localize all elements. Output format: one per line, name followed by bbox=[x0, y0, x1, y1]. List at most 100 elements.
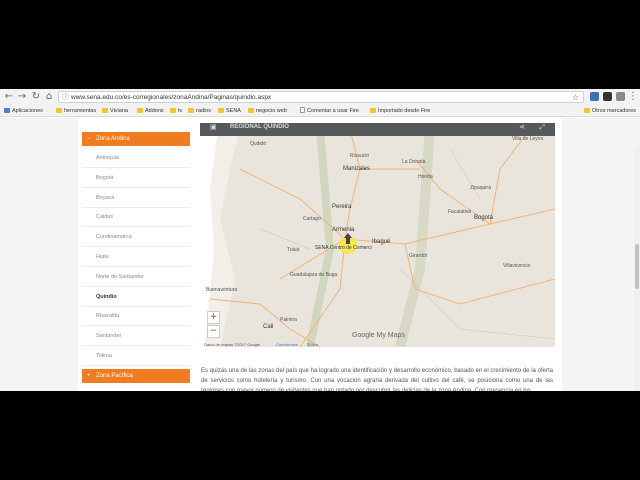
sidebar-item[interactable]: Santander bbox=[82, 327, 190, 347]
sidebar-item[interactable]: Cundinamarca bbox=[82, 228, 190, 248]
bookmark-item[interactable]: Addons bbox=[137, 105, 164, 117]
map-city-label: Palmira bbox=[280, 317, 297, 323]
map-city-label: Facatativá bbox=[448, 209, 472, 215]
bookmark-label: Otros marcadores bbox=[592, 108, 637, 114]
bookmark-label: Viviana bbox=[110, 108, 128, 114]
bookmark-label: tv bbox=[178, 108, 183, 114]
bookmark-label: SENA bbox=[226, 108, 241, 114]
sidebar-item[interactable]: Caldas bbox=[82, 208, 190, 228]
bookmark-label: radios bbox=[196, 108, 211, 114]
bookmark-item[interactable]: radios bbox=[188, 105, 211, 117]
bookmarks-bar: Aplicaciones herramientas Viviana Addons tv r… bbox=[0, 105, 640, 117]
share-icon[interactable]: ⋖ bbox=[519, 123, 525, 132]
url-input[interactable]: ⓘ www.sena.edu.co/es-co/regionales/zonaA… bbox=[58, 91, 584, 103]
bookmark-item[interactable]: Importado desde Fire bbox=[370, 105, 430, 117]
map-city-label: Cartago bbox=[303, 216, 321, 222]
map-city-label: Bogotá bbox=[474, 215, 494, 221]
folder-icon bbox=[218, 108, 224, 113]
folder-icon bbox=[584, 108, 590, 113]
zoom-out-button[interactable]: − bbox=[207, 325, 220, 338]
map-terrain bbox=[200, 129, 555, 347]
map-city-label: Honda bbox=[418, 174, 433, 180]
map-city-label: Buenaventura bbox=[206, 287, 238, 293]
extension-icon[interactable] bbox=[590, 92, 599, 101]
bookmark-item[interactable]: tv bbox=[170, 105, 182, 117]
menu-icon[interactable]: ⋮ bbox=[627, 91, 639, 103]
sidebar-zone-pacifica[interactable]: + Zona Pacífica bbox=[82, 369, 190, 383]
map-city-label: La Dorada bbox=[402, 159, 426, 165]
sidebar-item[interactable]: Risaralda bbox=[82, 307, 190, 327]
bookmark-item[interactable]: negocio web bbox=[248, 105, 287, 117]
map-city-label: Riosucio bbox=[350, 153, 370, 159]
map-footer: Datos de mapas ©2017 Google Condiciones … bbox=[200, 342, 555, 348]
info-icon[interactable]: ⓘ bbox=[62, 92, 69, 103]
description-paragraph: Es quizás una de las zonas del país que … bbox=[201, 368, 553, 391]
forward-icon[interactable]: → bbox=[16, 91, 28, 103]
browser-window: ← → ↻ ⌂ ⓘ www.sena.edu.co/es-co/regional… bbox=[0, 89, 640, 391]
reload-icon[interactable]: ↻ bbox=[30, 91, 42, 103]
map-scale: 20 km bbox=[307, 342, 318, 347]
map-city-label: Villavicencio bbox=[503, 263, 531, 269]
bookmark-item[interactable]: Comentar a usar Fire bbox=[300, 105, 359, 117]
bookmark-star-icon[interactable]: ☆ bbox=[572, 92, 579, 103]
map-marker-label: SENA Centro de Comerci bbox=[315, 245, 372, 251]
folder-icon bbox=[188, 108, 194, 113]
terms-link[interactable]: Condiciones bbox=[276, 342, 298, 347]
sidebar-item[interactable]: Norte de Santander bbox=[82, 268, 190, 287]
zoom-in-button[interactable]: + bbox=[207, 311, 220, 324]
fullscreen-icon[interactable]: ⤢ bbox=[539, 123, 545, 132]
bookmark-item[interactable]: herramientas bbox=[56, 105, 96, 117]
apps-icon bbox=[4, 108, 10, 113]
extension-icon[interactable] bbox=[616, 92, 625, 101]
expand-icon: + bbox=[87, 373, 91, 379]
google-my-maps-logo: Google My Maps bbox=[352, 332, 405, 339]
bookmark-label: Aplicaciones bbox=[12, 108, 43, 114]
bookmark-item[interactable]: Otros marcadores bbox=[584, 105, 636, 117]
map-city-label: Manizales bbox=[343, 166, 371, 172]
folder-icon bbox=[102, 108, 108, 113]
scrollbar[interactable] bbox=[634, 147, 640, 391]
map-menu-icon[interactable]: ▣ bbox=[210, 123, 217, 132]
map-city-label: Guadalajara de Buga bbox=[290, 272, 338, 278]
sidebar-item[interactable]: Huila bbox=[82, 248, 190, 267]
sidebar-item[interactable]: Tolima bbox=[82, 347, 190, 366]
folder-icon bbox=[170, 108, 176, 113]
back-icon[interactable]: ← bbox=[3, 91, 15, 103]
map-city-label: Girardot bbox=[409, 253, 428, 259]
map-city-label: Quibdó bbox=[250, 141, 267, 147]
sidebar-item[interactable]: Bogotá bbox=[82, 169, 190, 188]
folder-icon bbox=[248, 108, 254, 113]
sidebar-zone-label: Zona Pacífica bbox=[96, 373, 133, 379]
home-icon[interactable]: ⌂ bbox=[43, 91, 55, 103]
map-title: REGIONAL QUINDÍO bbox=[230, 124, 289, 130]
folder-icon bbox=[56, 108, 62, 113]
url-text: www.sena.edu.co/es-co/regionales/zonaAnd… bbox=[71, 94, 272, 101]
sidebar-item[interactable]: Boyacá bbox=[82, 189, 190, 208]
sidebar-item[interactable]: Antioquia bbox=[82, 149, 190, 168]
folder-icon bbox=[370, 108, 376, 113]
extension-icon[interactable] bbox=[603, 92, 612, 101]
sidebar-zone-andina[interactable]: − Zona Andina bbox=[82, 132, 190, 146]
map-city-label: Villa de Leyva bbox=[512, 136, 544, 142]
page-icon bbox=[300, 107, 305, 113]
bookmark-label: negocio web bbox=[256, 108, 287, 114]
bookmark-item[interactable]: SENA bbox=[218, 105, 241, 117]
sidebar-item[interactable]: Quindío bbox=[82, 288, 190, 307]
map-city-label: Armenia bbox=[332, 227, 355, 233]
map-city-label: Pereira bbox=[332, 204, 352, 210]
map-city-label: Zipaquirá bbox=[470, 185, 491, 191]
scrollbar-thumb[interactable] bbox=[635, 244, 639, 289]
bookmark-label: Comentar a usar Fire bbox=[307, 108, 359, 114]
bookmark-item[interactable]: Viviana bbox=[102, 105, 128, 117]
map-city-label: Ibagué bbox=[372, 239, 391, 245]
collapse-icon: − bbox=[87, 136, 91, 142]
bookmark-label: Addons bbox=[145, 108, 164, 114]
bookmark-label: Importado desde Fire bbox=[378, 108, 431, 114]
map-city-label: Tuluá bbox=[287, 247, 300, 253]
folder-icon bbox=[137, 108, 143, 113]
map-header: ▣ REGIONAL QUINDÍO ⋖ ⤢ bbox=[200, 123, 555, 136]
sidebar-zone-label: Zona Andina bbox=[96, 136, 130, 142]
bookmark-item[interactable]: Aplicaciones bbox=[4, 105, 43, 117]
address-bar: ← → ↻ ⌂ ⓘ www.sena.edu.co/es-co/regional… bbox=[0, 89, 640, 105]
map-view[interactable]: Quibdó Villa de Leyva Riosucio La Dorada… bbox=[200, 129, 555, 347]
